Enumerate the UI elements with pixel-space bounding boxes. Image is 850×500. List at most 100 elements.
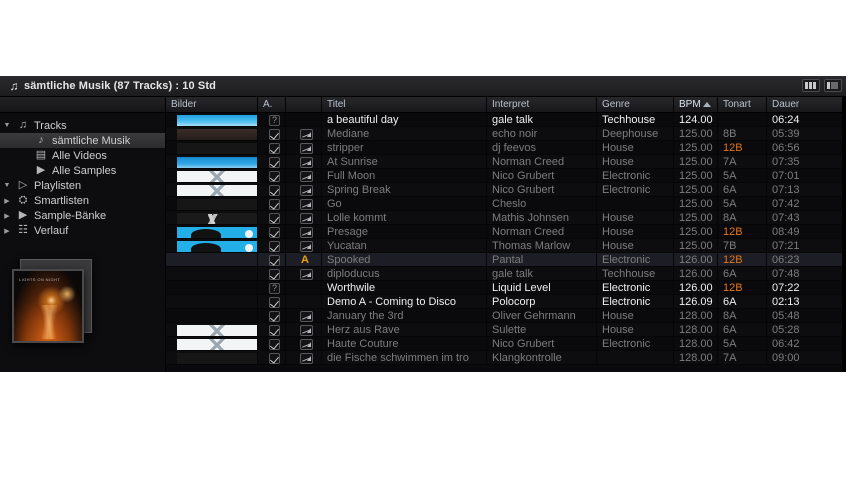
cell-interpret: Mathis Johnsen (487, 211, 597, 224)
table-row[interactable]: January the 3rd Oliver Gehrmann House 128.0… (166, 309, 846, 323)
table-row[interactable]: WorthwileLiquid LevelElectronic126.0012B… (166, 281, 846, 295)
checkbox-checked-icon[interactable] (269, 157, 280, 168)
checkbox-checked-icon[interactable] (269, 129, 280, 140)
traktor-collection-browser-window: ♫ sämtliche Musik (87 Tracks) : 10 Std ▼… (0, 76, 846, 372)
column-header-genre[interactable]: Genre (597, 97, 674, 112)
table-row[interactable]: A Spooked Pantal Electronic 126.00 12B 06:23 (166, 253, 846, 267)
sidebar-item-smartlisten[interactable]: ▶ ⛭ Smartlisten (0, 193, 165, 208)
column-header-bpm[interactable]: BPM (674, 97, 718, 112)
checkbox-checked-icon[interactable] (269, 227, 280, 238)
cell-dauer: 08:49 (767, 225, 845, 238)
sidebar-item-alle-videos[interactable]: ▤ Alle Videos (0, 148, 165, 163)
column-header-dauer[interactable]: Dauer (767, 97, 845, 112)
cell-bilder (166, 281, 258, 294)
sidebar-item-sample-b-nke[interactable]: ▶ ▶ Sample-Bänke (0, 208, 165, 223)
cell-analyzed[interactable] (258, 155, 286, 168)
table-row[interactable]: Demo A - Coming to Disco Polocorp Electron… (166, 295, 846, 309)
cell-analyzed[interactable] (258, 113, 286, 126)
cell-analyzed[interactable] (258, 127, 286, 140)
sidebar-item-alle-samples[interactable]: ▶ Alle Samples (0, 163, 165, 178)
unknown-analysis-icon[interactable] (269, 115, 280, 126)
cell-dauer: 05:48 (767, 309, 845, 322)
cell-titel: Worthwile (322, 281, 487, 294)
cell-titel: Lolle kommt (322, 211, 487, 224)
track-cover-thumbnail (177, 325, 257, 336)
chevron-right-icon[interactable]: ▶ (0, 212, 14, 220)
sidebar-item-tracks[interactable]: ▼ ♫ Tracks (0, 118, 165, 133)
checkbox-checked-icon[interactable] (269, 213, 280, 224)
table-row[interactable]: die Fische schwimmen im tro Klangkontroll… (166, 351, 846, 365)
cell-bpm: 124.00 (674, 113, 718, 126)
table-row[interactable]: diploducus gale talk Techhouse 126.00 6A 07:4… (166, 267, 846, 281)
table-row[interactable]: Spring Break Nico Grubert Electronic 125.00… (166, 183, 846, 197)
cell-waveform-status (286, 281, 322, 294)
table-row[interactable]: Go Cheslo 125.00 5A 07:42 (166, 197, 846, 211)
checkbox-checked-icon[interactable] (269, 297, 280, 308)
chevron-down-icon[interactable]: ▼ (0, 122, 14, 129)
checkbox-checked-icon[interactable] (269, 353, 280, 364)
table-row[interactable]: At Sunrise Norman Creed House 125.00 7A 07:35 (166, 155, 846, 169)
checkbox-checked-icon[interactable] (269, 269, 280, 280)
table-row[interactable]: Yucatan Thomas Marlow House 125.00 7B 07:21 (166, 239, 846, 253)
cell-analyzed[interactable] (258, 351, 286, 364)
checkbox-checked-icon[interactable] (269, 171, 280, 182)
chevron-down-icon[interactable]: ▼ (0, 182, 14, 189)
checkbox-checked-icon[interactable] (269, 241, 280, 252)
track-cover-thumbnail (177, 199, 257, 210)
table-row[interactable]: a beautiful daygale talkTechhouse124.00 0… (166, 113, 846, 127)
cell-bpm: 125.00 (674, 141, 718, 154)
checkbox-checked-icon[interactable] (269, 325, 280, 336)
cell-analyzed[interactable] (258, 323, 286, 336)
column-header-tonart[interactable]: Tonart (718, 97, 767, 112)
column-header-wave[interactable] (286, 97, 322, 112)
table-row[interactable]: Lolle kommt Mathis Johnsen House 125.00 8A 07… (166, 211, 846, 225)
table-row[interactable]: Full Moon Nico Grubert Electronic 125.00 5A 0… (166, 169, 846, 183)
cell-analyzed[interactable] (258, 183, 286, 196)
sidebar-item-s-mtliche-musik[interactable]: ♪ sämtliche Musik (0, 133, 165, 148)
cell-titel: Full Moon (322, 169, 487, 182)
chevron-right-icon[interactable]: ▶ (0, 197, 14, 205)
cell-interpret: Nico Grubert (487, 337, 597, 350)
cell-analyzed[interactable] (258, 141, 286, 154)
cell-dauer: 05:39 (767, 127, 845, 140)
sidebar-item-playlisten[interactable]: ▼ ▷ Playlisten (0, 178, 165, 193)
sidebar-item-verlauf[interactable]: ▶ ☷ Verlauf (0, 223, 165, 238)
table-row[interactable]: Haute Couture Nico Grubert Electronic 128.0… (166, 337, 846, 351)
checkbox-checked-icon[interactable] (269, 255, 280, 266)
table-row[interactable]: Herz aus Rave Sulette House 128.00 6A 05:28 (166, 323, 846, 337)
cell-analyzed[interactable] (258, 211, 286, 224)
table-row[interactable]: Mediane echo noir Deephouse 125.00 8B 05:39 (166, 127, 846, 141)
column-header-a[interactable]: A. (258, 97, 286, 112)
vertical-scrollbar[interactable] (842, 97, 846, 372)
checkbox-checked-icon[interactable] (269, 185, 280, 196)
table-row[interactable]: Presage Norman Creed House 125.00 12B 08:49 (166, 225, 846, 239)
checkbox-checked-icon[interactable] (269, 143, 280, 154)
album-art-image: LIGHTS ON NIGHT (12, 269, 84, 343)
cell-analyzed[interactable] (258, 225, 286, 238)
cell-analyzed[interactable] (258, 337, 286, 350)
checkbox-checked-icon[interactable] (269, 339, 280, 350)
column-header-interpret[interactable]: Interpret (487, 97, 597, 112)
cell-analyzed[interactable] (258, 267, 286, 280)
column-header-titel[interactable]: Titel (322, 97, 487, 112)
table-row[interactable]: stripper dj feevos House 125.00 12B 06:56 (166, 141, 846, 155)
unknown-analysis-icon[interactable] (269, 283, 280, 294)
layout-columns-icon[interactable] (802, 79, 820, 92)
checkbox-checked-icon[interactable] (269, 311, 280, 322)
cell-analyzed[interactable] (258, 295, 286, 308)
cell-waveform-status (286, 183, 322, 196)
checkbox-checked-icon[interactable] (269, 199, 280, 210)
cell-analyzed[interactable] (258, 309, 286, 322)
cell-analyzed[interactable] (258, 239, 286, 252)
chevron-right-icon[interactable]: ▶ (0, 227, 14, 235)
cell-analyzed[interactable] (258, 169, 286, 182)
cell-analyzed[interactable] (258, 281, 286, 294)
cell-analyzed[interactable] (258, 253, 286, 266)
layout-split-icon[interactable] (824, 79, 842, 92)
cell-bilder (166, 309, 258, 322)
album-art-caption: LIGHTS ON NIGHT (19, 277, 61, 282)
cell-genre: House (597, 211, 674, 224)
column-header-bilder[interactable]: Bilder (166, 97, 258, 112)
cell-analyzed[interactable] (258, 197, 286, 210)
cell-interpret: Norman Creed (487, 155, 597, 168)
